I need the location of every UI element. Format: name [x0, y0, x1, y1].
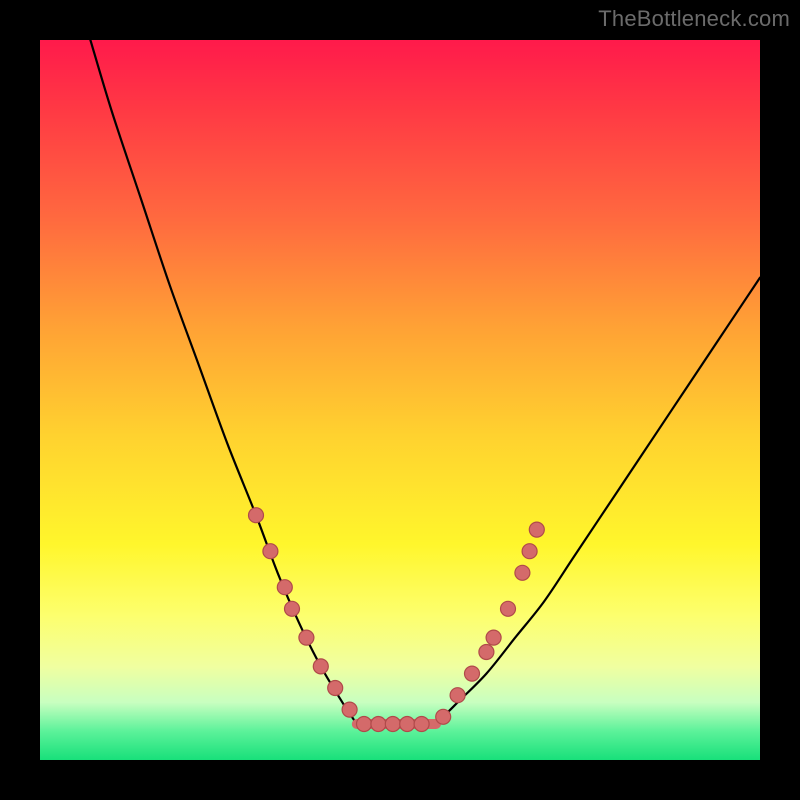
trough-dot	[371, 717, 386, 732]
watermark-text: TheBottleneck.com	[598, 6, 790, 32]
right-dot	[479, 645, 494, 660]
left-dot	[277, 580, 292, 595]
chart-svg	[40, 40, 760, 760]
right-dot	[501, 601, 516, 616]
curve-left-branch	[90, 40, 356, 724]
right-dot	[529, 522, 544, 537]
left-dot	[328, 681, 343, 696]
curve-group	[90, 40, 760, 724]
left-dot	[285, 601, 300, 616]
left-dot	[342, 702, 357, 717]
left-dot	[299, 630, 314, 645]
markers-group	[249, 508, 545, 732]
right-dot	[515, 565, 530, 580]
plot-area	[40, 40, 760, 760]
left-dot	[313, 659, 328, 674]
chart-frame: TheBottleneck.com	[0, 0, 800, 800]
trough-dot	[414, 717, 429, 732]
trough-dot	[385, 717, 400, 732]
right-dot	[436, 709, 451, 724]
left-dot	[263, 544, 278, 559]
right-dot	[465, 666, 480, 681]
right-dot	[486, 630, 501, 645]
right-dot	[450, 688, 465, 703]
trough-dot	[400, 717, 415, 732]
trough-dot	[357, 717, 372, 732]
right-dot	[522, 544, 537, 559]
left-dot	[249, 508, 264, 523]
